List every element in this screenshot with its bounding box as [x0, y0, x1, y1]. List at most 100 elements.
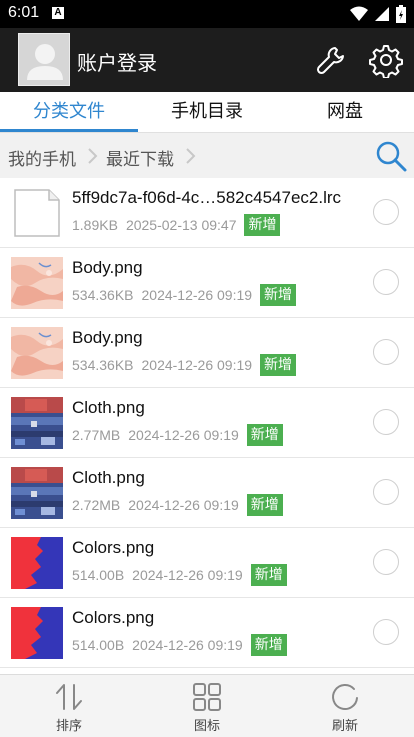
refresh-icon: [332, 684, 358, 710]
file-meta: 2.72MB 2024-12-26 09:19 新增: [72, 494, 283, 516]
file-thumbnail: [11, 607, 63, 659]
file-meta: 534.36KB 2024-12-26 09:19 新增: [72, 284, 297, 306]
body-image-thumbnail: [11, 327, 63, 379]
file-date: 2024-12-26 09:19: [141, 357, 253, 373]
file-meta: 514.00B 2024-12-26 09:19 新增: [72, 634, 287, 656]
file-row[interactable]: Cloth.png 2.77MB 2024-12-26 09:19 新增: [0, 388, 414, 458]
select-radio[interactable]: [373, 549, 399, 575]
file-row[interactable]: 5ff9dc7a-f06d-4c…582c4547ec2.lrc 1.89KB …: [0, 178, 414, 248]
file-meta: 534.36KB 2024-12-26 09:19 新增: [72, 354, 297, 376]
file-name: Body.png: [72, 328, 143, 347]
status-time: 6:01: [8, 4, 40, 21]
colors-image-thumbnail: [11, 607, 63, 659]
status-bar: 6:01 A: [0, 0, 414, 28]
file-size: 514.00B: [72, 567, 125, 583]
file-name: 5ff9dc7a-f06d-4c…582c4547ec2.lrc: [72, 188, 342, 207]
document-file-icon: [14, 189, 60, 237]
file-size: 2.77MB: [72, 427, 121, 443]
tab-category-files[interactable]: 分类文件: [0, 92, 138, 132]
breadcrumb: 我的手机 最近下载: [0, 133, 414, 179]
select-radio[interactable]: [373, 269, 399, 295]
new-badge: 新增: [250, 564, 287, 586]
sort-button[interactable]: 排序: [0, 675, 138, 737]
file-thumbnail: [11, 187, 63, 239]
select-radio[interactable]: [373, 619, 399, 645]
file-date: 2024-12-26 09:19: [132, 567, 243, 583]
select-radio[interactable]: [373, 409, 399, 435]
file-date: 2024-12-26 09:19: [132, 637, 243, 653]
file-date: 2024-12-26 09:19: [141, 287, 253, 303]
refresh-button[interactable]: 刷新: [276, 675, 414, 737]
file-meta: 1.89KB 2025-02-13 09:47 新增: [72, 214, 281, 236]
file-size: 514.00B: [72, 637, 125, 653]
wrench-icon: [316, 47, 344, 75]
user-placeholder-icon: [19, 34, 69, 85]
tools-button[interactable]: [313, 42, 349, 78]
file-name: Colors.png: [72, 608, 155, 627]
gear-icon: [369, 45, 403, 79]
bottom-toolbar: 排序 图标 刷新: [0, 674, 414, 737]
new-badge: 新增: [246, 424, 283, 446]
file-size: 534.36KB: [72, 357, 134, 373]
tab-phone-directory[interactable]: 手机目录: [138, 92, 276, 132]
file-row[interactable]: Body.png 534.36KB 2024-12-26 09:19 新增: [0, 248, 414, 318]
cloth-image-thumbnail: [11, 467, 63, 519]
signal-icon: [375, 7, 389, 21]
new-badge: 新增: [246, 494, 283, 516]
file-row[interactable]: Colors.png 514.00B 2024-12-26 09:19 新增: [0, 598, 414, 668]
tab-cloud-drive[interactable]: 网盘: [276, 92, 414, 132]
avatar[interactable]: [18, 33, 70, 86]
icon-view-button[interactable]: 图标: [138, 675, 276, 737]
refresh-label: 刷新: [331, 719, 358, 734]
search-button[interactable]: [374, 139, 408, 173]
file-row[interactable]: Colors.png 514.00B 2024-12-26 09:19 新增: [0, 528, 414, 598]
search-icon: [376, 141, 407, 172]
app-header: 账户登录: [0, 28, 414, 92]
file-meta: 2.77MB 2024-12-26 09:19 新增: [72, 424, 283, 446]
file-date: 2024-12-26 09:19: [128, 497, 239, 513]
new-badge: 新增: [260, 354, 297, 376]
notification-a-icon: A: [52, 7, 64, 19]
select-radio[interactable]: [373, 339, 399, 365]
account-login-title[interactable]: 账户登录: [77, 47, 157, 76]
file-thumbnail: [11, 467, 63, 519]
file-thumbnail: [11, 327, 63, 379]
select-radio[interactable]: [373, 479, 399, 505]
chevron-right-icon: [88, 148, 98, 164]
new-badge: 新增: [250, 634, 287, 656]
cloth-image-thumbnail: [11, 397, 63, 449]
file-size: 1.89KB: [72, 217, 118, 233]
icon-view-label: 图标: [193, 719, 220, 734]
file-name: Cloth.png: [72, 468, 145, 487]
new-badge: 新增: [260, 284, 297, 306]
system-icons: [350, 5, 406, 23]
file-row[interactable]: Body.png 534.36KB 2024-12-26 09:19 新增: [0, 318, 414, 388]
chevron-right-icon: [186, 148, 196, 164]
sort-icon: [56, 684, 82, 710]
grid-icon: [193, 683, 221, 711]
file-date: 2024-12-26 09:19: [128, 427, 239, 443]
breadcrumb-my-phone[interactable]: 我的手机: [8, 145, 76, 170]
file-thumbnail: [11, 397, 63, 449]
file-meta: 514.00B 2024-12-26 09:19 新增: [72, 564, 287, 586]
battery-icon: [396, 5, 406, 23]
file-name: Body.png: [72, 258, 143, 277]
file-name: Colors.png: [72, 538, 155, 557]
file-size: 2.72MB: [72, 497, 121, 513]
file-thumbnail: [11, 537, 63, 589]
new-badge: 新增: [244, 214, 281, 236]
breadcrumb-recent-downloads[interactable]: 最近下载: [106, 145, 174, 170]
file-date: 2025-02-13 09:47: [125, 217, 237, 233]
sort-label: 排序: [55, 719, 82, 734]
file-row[interactable]: Cloth.png 2.72MB 2024-12-26 09:19 新增: [0, 458, 414, 528]
active-tab-indicator: [0, 129, 138, 132]
file-thumbnail: [11, 257, 63, 309]
select-radio[interactable]: [373, 199, 399, 225]
file-list: 5ff9dc7a-f06d-4c…582c4547ec2.lrc 1.89KB …: [0, 178, 414, 674]
file-size: 534.36KB: [72, 287, 134, 303]
body-image-thumbnail: [11, 257, 63, 309]
wifi-icon: [350, 6, 368, 21]
category-tabs: 分类文件 手机目录 网盘: [0, 92, 414, 133]
settings-button[interactable]: [368, 42, 404, 79]
file-name: Cloth.png: [72, 398, 145, 417]
